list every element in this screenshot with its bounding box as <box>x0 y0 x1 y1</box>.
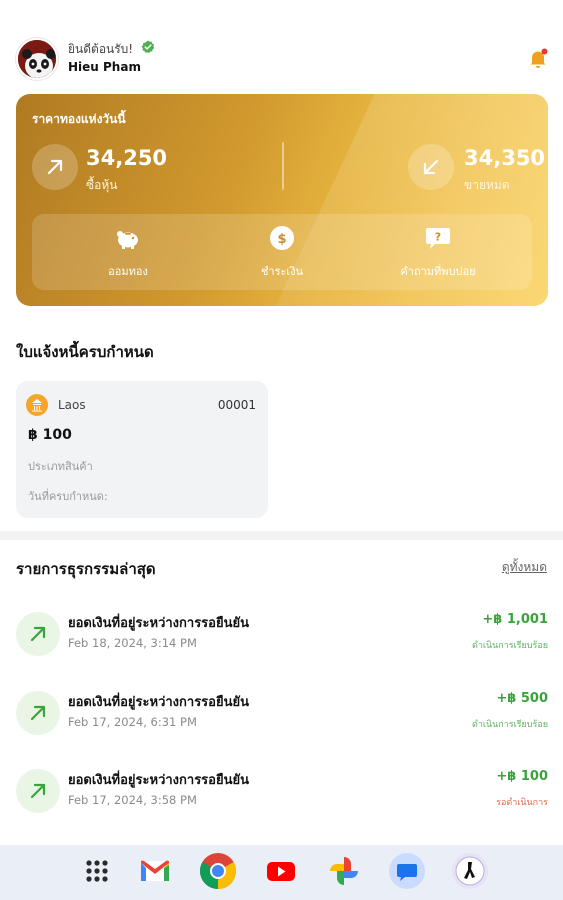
transaction-date: Feb 17, 2024, 3:58 PM <box>68 793 197 807</box>
recent-transactions-title: รายการธุรกรรมล่าสุด <box>16 560 156 578</box>
incoming-arrow-icon <box>16 612 60 656</box>
gold-card-title: ราคาทองแห่งวันนี้ <box>32 112 126 126</box>
app-dock <box>0 845 563 900</box>
transaction-amount: +฿ 500 <box>496 691 548 706</box>
bill-product-type: ประเภทสินค้า <box>28 460 93 473</box>
transaction-date: Feb 18, 2024, 3:14 PM <box>68 636 197 650</box>
svg-text:?: ? <box>435 231 441 244</box>
save-gold-button[interactable]: ออมทอง <box>58 224 198 284</box>
transaction-row[interactable]: ยอดเงินที่อยู่ระหว่างการรอยืนยัน Feb 18,… <box>16 606 548 664</box>
bill-due-date: วันที่ครบกำหนด: <box>28 490 108 503</box>
chrome-icon[interactable] <box>198 851 238 891</box>
notification-bell-icon[interactable] <box>528 48 548 70</box>
piggy-bank-icon <box>117 231 138 249</box>
app-drawer-icon[interactable] <box>77 851 117 891</box>
transaction-status: ดำเนินการเรียบร้อย <box>471 720 548 730</box>
transaction-title: ยอดเงินที่อยู่ระหว่างการรอยืนยัน <box>68 616 249 631</box>
bill-country: Laos <box>58 398 86 412</box>
transaction-title: ยอดเงินที่อยู่ระหว่างการรอยืนยัน <box>68 773 249 788</box>
action-label: คำถามที่พบบ่อย <box>400 265 476 278</box>
transaction-title: ยอดเงินที่อยู่ระหว่างการรอยืนยัน <box>68 695 249 710</box>
question-bubble-icon: ? <box>426 228 450 249</box>
faq-button[interactable]: ? คำถามที่พบบ่อย <box>368 224 508 284</box>
sell-price: 34,350 <box>464 146 546 170</box>
user-name: Hieu Pham <box>68 60 141 74</box>
transaction-status: รอดำเนินการ <box>496 798 548 808</box>
bill-amount: ฿ 100 <box>28 427 72 443</box>
dollar-coin-icon: $ <box>270 226 294 250</box>
sell-label: ขายหมด <box>464 178 510 192</box>
avatar[interactable] <box>16 38 58 80</box>
incoming-arrow-icon <box>16 769 60 813</box>
due-bills-title: ใบแจ้งหนี้ครบกำหนด <box>16 343 154 361</box>
gold-price-card: ราคาทองแห่งวันนี้ 34,250 ซื้อหุ้น 34,350… <box>16 94 548 306</box>
buy-price: 34,250 <box>86 146 168 170</box>
section-divider <box>0 531 563 540</box>
verified-badge-icon <box>141 40 155 54</box>
bill-card[interactable]: Laos 00001 ฿ 100 ประเภทสินค้า วันที่ครบก… <box>16 381 268 518</box>
payment-button[interactable]: $ ชำระเงิน <box>212 224 352 284</box>
transaction-row[interactable]: ยอดเงินที่อยู่ระหว่างการรอยืนยัน Feb 17,… <box>16 685 548 743</box>
header: ยินดีต้อนรับ! Hieu Pham <box>16 38 548 80</box>
sell-arrow-icon <box>408 144 454 190</box>
photos-icon[interactable] <box>324 851 364 891</box>
transaction-status: ดำเนินการเรียบร้อย <box>471 641 548 651</box>
transaction-date: Feb 17, 2024, 6:31 PM <box>68 715 197 729</box>
temple-logo-icon <box>26 394 48 416</box>
action-label: ชำระเงิน <box>260 265 304 278</box>
transaction-row[interactable]: ยอดเงินที่อยู่ระหว่างการรอยืนยัน Feb 17,… <box>16 763 548 821</box>
buy-label: ซื้อหุ้น <box>86 178 118 192</box>
messages-icon[interactable] <box>387 851 427 891</box>
gmail-icon[interactable] <box>135 851 175 891</box>
quick-actions: ออมทอง $ ชำระเงิน ? คำถามที่พบบ่อย <box>32 214 532 290</box>
see-all-link[interactable]: ดูทั้งหมด <box>502 558 547 577</box>
action-label: ออมทอง <box>108 265 148 278</box>
transaction-amount: +฿ 1,001 <box>482 612 548 627</box>
incoming-arrow-icon <box>16 691 60 735</box>
youtube-icon[interactable] <box>261 851 301 891</box>
transaction-amount: +฿ 100 <box>496 769 548 784</box>
divider <box>282 142 284 190</box>
buy-arrow-icon <box>32 144 78 190</box>
app-icon[interactable] <box>450 851 490 891</box>
bill-code: 00001 <box>217 398 256 412</box>
svg-text:$: $ <box>277 232 286 247</box>
status-bar <box>0 0 563 22</box>
greeting-text: ยินดีต้อนรับ! <box>68 42 134 56</box>
